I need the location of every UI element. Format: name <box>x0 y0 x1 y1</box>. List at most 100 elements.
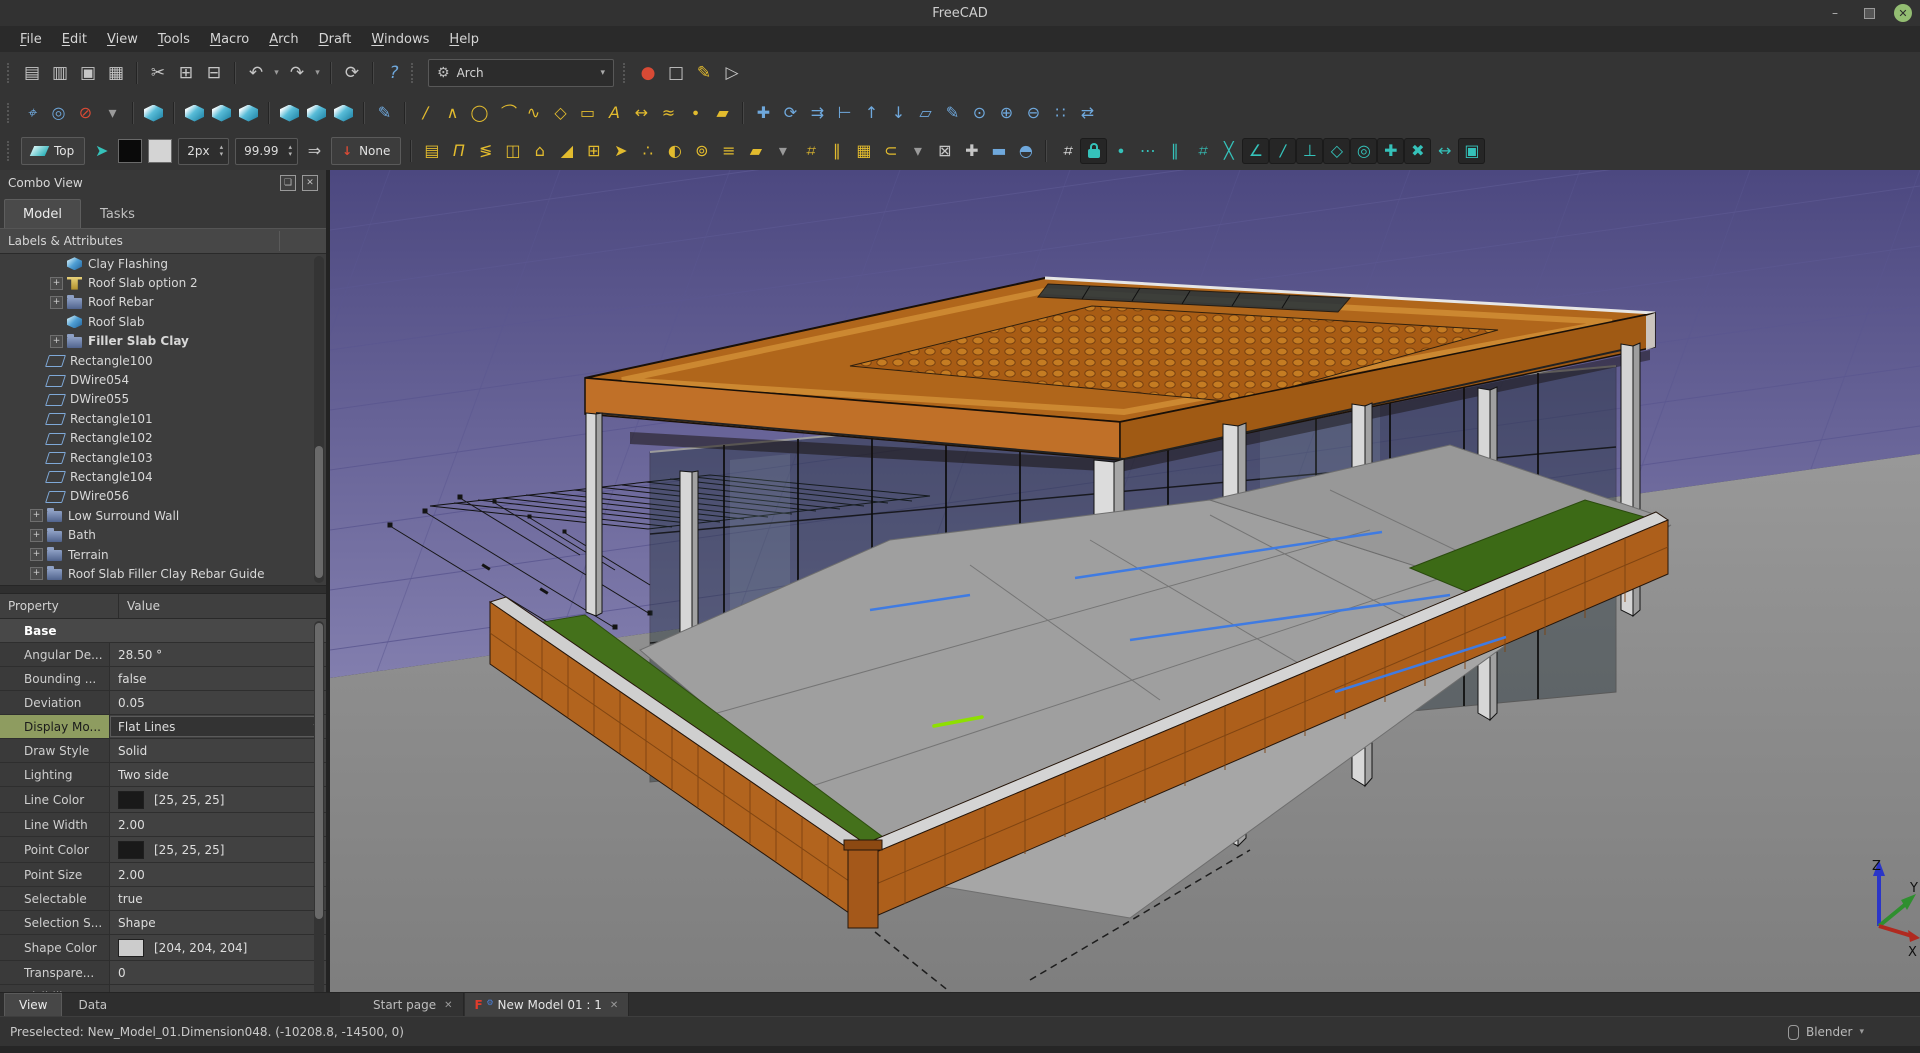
property-value[interactable]: false <box>110 667 326 690</box>
spinner-arrows-icon[interactable]: ▴▾ <box>217 144 227 158</box>
draft-wire-button[interactable]: ∧ <box>439 100 466 126</box>
draft-to-sketch-button[interactable]: ⇄ <box>1074 100 1101 126</box>
view-front-button[interactable] <box>181 100 208 126</box>
menu-item[interactable]: File <box>10 29 52 50</box>
menu-item[interactable]: Edit <box>52 29 97 50</box>
tree-item[interactable]: Rectangle104 <box>0 467 326 486</box>
property-row[interactable]: Bounding ... false <box>0 667 326 691</box>
snap-midpoint-button[interactable]: ⋯ <box>1134 138 1161 164</box>
draw-style-button[interactable]: ⊘ <box>72 100 99 126</box>
draft-facebinder-button[interactable]: ▰ <box>709 100 736 126</box>
property-value[interactable]: 0.05 <box>110 691 326 714</box>
draft-upgrade-button[interactable]: ↑ <box>858 100 885 126</box>
close-panel-icon[interactable]: ✕ <box>302 175 318 191</box>
cut-button[interactable]: ✂ <box>144 59 172 87</box>
snap-perpendicular-button[interactable]: ⊥ <box>1296 138 1323 164</box>
open-document-button[interactable]: ▥ <box>46 59 74 87</box>
workbench-selector[interactable]: ⚙ Arch ▾ <box>428 59 614 87</box>
property-row[interactable]: Selectable true <box>0 887 326 911</box>
document-tab[interactable]: Start page ✕ <box>340 993 464 1017</box>
draft-dimension-button[interactable]: ↔ <box>628 100 655 126</box>
draft-polygon-button[interactable]: ◇ <box>547 100 574 126</box>
property-row[interactable]: Line Width 2.00 <box>0 813 326 837</box>
view-rear-button[interactable] <box>276 100 303 126</box>
property-row[interactable]: Draw Style Solid <box>0 739 326 763</box>
spinner-arrows-icon[interactable]: ▴▾ <box>285 144 295 158</box>
arch-panel-menu-arrow[interactable]: ▾ <box>769 138 796 164</box>
tree-item[interactable]: Rectangle101 <box>0 409 326 428</box>
toolbar-handle[interactable] <box>623 63 628 83</box>
property-value[interactable]: Solid <box>110 739 326 762</box>
arch-window-button[interactable]: ⊞ <box>580 138 607 164</box>
combo-view-tab[interactable]: Tasks <box>81 199 154 228</box>
snap-parallel-button[interactable]: ∥ <box>1161 138 1188 164</box>
property-column-header[interactable]: Property <box>0 594 119 618</box>
tree-item[interactable]: Roof Slab <box>0 312 326 331</box>
property-scrollbar[interactable] <box>314 621 324 995</box>
snap-working-plane-button[interactable]: ▣ <box>1458 138 1485 164</box>
property-value[interactable]: 2.00 <box>110 813 326 836</box>
arch-schedule-button[interactable]: ▦ <box>850 138 877 164</box>
property-row[interactable]: Selection S... Shape <box>0 911 326 935</box>
arch-rebar-button[interactable]: ≶ <box>472 138 499 164</box>
combo-view-tab[interactable]: Model <box>4 199 81 228</box>
snap-special-button[interactable]: ◇ <box>1323 138 1350 164</box>
copy-button[interactable]: ⊞ <box>172 59 200 87</box>
fit-selection-button[interactable]: ◎ <box>45 100 72 126</box>
toolbar-handle[interactable] <box>7 63 12 83</box>
snap-grid-button[interactable]: ⌗ <box>1188 138 1215 164</box>
tree-item[interactable]: DWire054 <box>0 370 326 389</box>
menu-item[interactable]: View <box>97 29 148 50</box>
refresh-button[interactable]: ⟳ <box>338 59 366 87</box>
arch-cut-plane-button[interactable]: ⊠ <box>931 138 958 164</box>
property-value[interactable]: Flat Lines <box>110 716 324 737</box>
view-right-button[interactable] <box>235 100 262 126</box>
property-row[interactable]: Point Color [25, 25, 25] <box>0 837 326 863</box>
expand-icon[interactable] <box>50 277 63 290</box>
view-axonometric-button[interactable] <box>140 100 167 126</box>
arch-section-plane-button[interactable]: ◐ <box>661 138 688 164</box>
draft-edit-button[interactable]: ✎ <box>939 100 966 126</box>
arch-curtain-wall-button[interactable]: ◫ <box>499 138 526 164</box>
draft-bspline-button[interactable]: ∿ <box>520 100 547 126</box>
close-tab-icon[interactable]: ✕ <box>444 1000 452 1011</box>
property-value[interactable]: Two side <box>110 763 326 786</box>
draft-move-button[interactable]: ✚ <box>750 100 777 126</box>
face-color-swatch[interactable] <box>148 139 172 163</box>
3d-viewport[interactable]: Z Y X <box>330 170 1920 992</box>
print-button[interactable]: ▦ <box>102 59 130 87</box>
view-bottom-button[interactable] <box>303 100 330 126</box>
draft-arc-button[interactable]: ⌒ <box>493 100 520 126</box>
snap-endpoint-button[interactable]: ∙ <box>1107 138 1134 164</box>
toolbar-handle[interactable] <box>411 63 416 83</box>
combo-view-titlebar[interactable]: Combo View ❏ ✕ <box>0 170 326 196</box>
draft-rotate-button[interactable]: ⟳ <box>777 100 804 126</box>
draft-array-button[interactable]: ∷ <box>1047 100 1074 126</box>
value-column-header[interactable]: Value <box>119 594 160 618</box>
record-macro-button[interactable]: ● <box>634 59 662 87</box>
draft-scale-button[interactable]: ▱ <box>912 100 939 126</box>
whats-this-button[interactable]: ? <box>380 59 408 87</box>
document-tab[interactable]: F⚙ New Model 01 : 1 ✕ <box>465 993 630 1017</box>
draft-offset-button[interactable]: ⇉ <box>804 100 831 126</box>
property-value[interactable]: [25, 25, 25] <box>110 787 326 812</box>
property-value[interactable]: true <box>110 887 326 910</box>
snap-lock-button[interactable] <box>1080 138 1107 164</box>
draft-downgrade-button[interactable]: ↓ <box>885 100 912 126</box>
arch-fence-button[interactable]: ∥ <box>823 138 850 164</box>
minimize-button[interactable]: – <box>1826 4 1844 22</box>
tree-item[interactable]: Roof Slab Filler Clay Rebar Guide <box>0 564 326 583</box>
property-view-tab[interactable]: View <box>4 993 62 1017</box>
arch-remove-component-button[interactable]: ▬ <box>985 138 1012 164</box>
working-plane-button[interactable]: Top <box>21 137 85 165</box>
expand-icon[interactable] <box>50 296 63 309</box>
view-left-button[interactable] <box>330 100 357 126</box>
arch-wall-button[interactable]: ▤ <box>418 138 445 164</box>
arch-pipe-menu-arrow[interactable]: ▾ <box>904 138 931 164</box>
draft-rectangle-button[interactable]: ▭ <box>574 100 601 126</box>
draft-delete-point-button[interactable]: ⊖ <box>1020 100 1047 126</box>
property-row[interactable]: Shape Color [204, 204, 204] <box>0 935 326 961</box>
property-row[interactable]: Point Size 2.00 <box>0 863 326 887</box>
property-value[interactable]: 0 <box>110 961 326 984</box>
new-document-button[interactable]: ▤ <box>18 59 46 87</box>
